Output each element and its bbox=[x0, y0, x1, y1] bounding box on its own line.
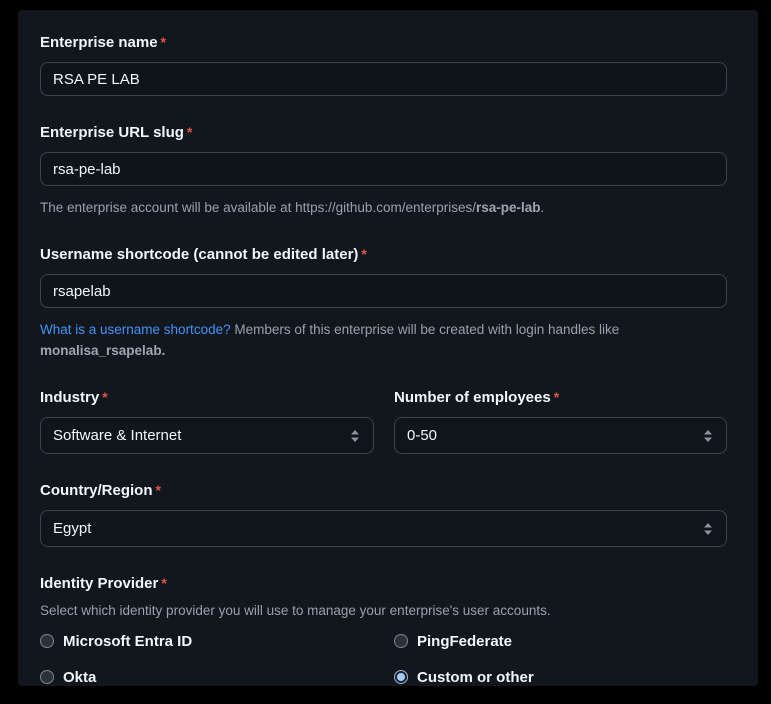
industry-label-text: Industry bbox=[40, 389, 99, 406]
employees-field: Number of employees* 0-50 bbox=[394, 387, 727, 454]
employees-select-value: 0-50 bbox=[407, 427, 437, 444]
industry-label: Industry* bbox=[40, 387, 374, 408]
industry-select[interactable]: Software & Internet bbox=[40, 417, 374, 454]
url-slug-label-text: Enterprise URL slug bbox=[40, 124, 184, 141]
enterprise-form-panel: Enterprise name* Enterprise URL slug* Th… bbox=[18, 10, 758, 686]
enterprise-name-label-text: Enterprise name bbox=[40, 34, 158, 51]
url-slug-input[interactable] bbox=[40, 152, 727, 186]
radio-option-custom-or-other[interactable]: Custom or other bbox=[394, 666, 727, 688]
required-asterisk: * bbox=[102, 389, 107, 405]
country-select-value: Egypt bbox=[53, 520, 91, 537]
radio-option-pingfederate[interactable]: PingFederate bbox=[394, 630, 727, 652]
radio-label: PingFederate bbox=[417, 633, 512, 650]
shortcode-help: What is a username shortcode? Members of… bbox=[40, 319, 728, 361]
required-asterisk: * bbox=[187, 124, 192, 140]
employees-label: Number of employees* bbox=[394, 387, 727, 408]
radio-option-okta[interactable]: Okta bbox=[40, 666, 374, 688]
identity-provider-options: Microsoft Entra ID PingFederate Okta Cus… bbox=[40, 630, 728, 688]
radio-icon[interactable] bbox=[40, 670, 54, 684]
identity-provider-field: Identity Provider* Select which identity… bbox=[40, 573, 728, 688]
industry-employees-row: Industry* Software & Internet Number of … bbox=[40, 387, 728, 454]
industry-field: Industry* Software & Internet bbox=[40, 387, 374, 454]
enterprise-name-label: Enterprise name* bbox=[40, 32, 728, 53]
required-asterisk: * bbox=[554, 389, 559, 405]
radio-option-microsoft-entra-id[interactable]: Microsoft Entra ID bbox=[40, 630, 374, 652]
shortcode-field: Username shortcode (cannot be edited lat… bbox=[40, 244, 728, 361]
required-asterisk: * bbox=[156, 482, 161, 498]
identity-provider-help: Select which identity provider you will … bbox=[40, 603, 728, 618]
enterprise-name-field: Enterprise name* bbox=[40, 32, 728, 96]
enterprise-name-input[interactable] bbox=[40, 62, 727, 96]
url-slug-help-suffix: . bbox=[541, 200, 545, 215]
url-slug-help: The enterprise account will be available… bbox=[40, 197, 728, 218]
url-slug-help-text: The enterprise account will be available… bbox=[40, 200, 476, 215]
shortcode-label: Username shortcode (cannot be edited lat… bbox=[40, 244, 728, 265]
shortcode-help-text: Members of this enterprise will be creat… bbox=[231, 322, 620, 337]
radio-label: Microsoft Entra ID bbox=[63, 633, 192, 650]
required-asterisk: * bbox=[161, 34, 166, 50]
shortcode-help-link[interactable]: What is a username shortcode? bbox=[40, 322, 231, 337]
select-updown-icon bbox=[349, 428, 361, 444]
employees-label-text: Number of employees bbox=[394, 389, 551, 406]
required-asterisk: * bbox=[161, 575, 166, 591]
radio-icon[interactable] bbox=[40, 634, 54, 648]
select-updown-icon bbox=[702, 428, 714, 444]
identity-provider-label: Identity Provider* bbox=[40, 573, 728, 594]
url-slug-field: Enterprise URL slug* The enterprise acco… bbox=[40, 122, 728, 218]
radio-label: Custom or other bbox=[417, 669, 534, 686]
select-updown-icon bbox=[702, 521, 714, 537]
country-label: Country/Region* bbox=[40, 480, 728, 501]
country-label-text: Country/Region bbox=[40, 482, 153, 499]
url-slug-help-bold: rsa-pe-lab bbox=[476, 200, 541, 215]
identity-provider-label-text: Identity Provider bbox=[40, 575, 158, 592]
shortcode-input[interactable] bbox=[40, 274, 727, 308]
radio-label: Okta bbox=[63, 669, 96, 686]
country-select[interactable]: Egypt bbox=[40, 510, 727, 547]
url-slug-label: Enterprise URL slug* bbox=[40, 122, 728, 143]
shortcode-label-text: Username shortcode (cannot be edited lat… bbox=[40, 246, 358, 263]
radio-icon[interactable] bbox=[394, 670, 408, 684]
radio-icon[interactable] bbox=[394, 634, 408, 648]
industry-select-value: Software & Internet bbox=[53, 427, 181, 444]
employees-select[interactable]: 0-50 bbox=[394, 417, 727, 454]
required-asterisk: * bbox=[361, 246, 366, 262]
country-field: Country/Region* Egypt bbox=[40, 480, 728, 547]
shortcode-help-bold: monalisa_rsapelab. bbox=[40, 343, 165, 358]
